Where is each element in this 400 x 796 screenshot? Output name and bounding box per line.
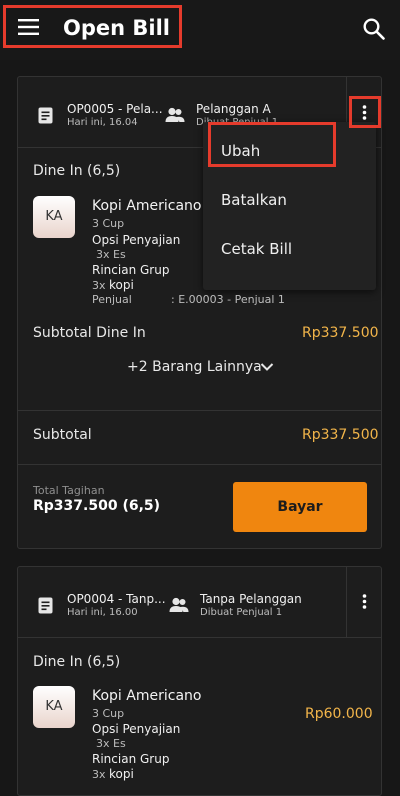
section-title: Dine In (6,5) [33,163,121,179]
chevron-down-icon[interactable] [260,362,274,372]
receipt-icon [38,597,53,614]
subtotal-label: Subtotal [33,427,92,443]
order-date: Hari ini, 16.04 [67,117,138,128]
item-name: Kopi Americano [92,198,202,214]
pay-button[interactable]: Bayar [233,482,367,532]
menu-item-batalkan[interactable]: Batalkan [221,191,287,209]
opsi-label: Opsi Penyajian [92,722,181,736]
receipt-icon [38,107,53,124]
more-vert-icon[interactable] [362,594,367,609]
order-number: OP0005 - Pela... [67,102,163,116]
more-vert-icon[interactable] [362,105,367,120]
item-qty: 3 Cup [92,707,125,720]
grup-label: Rincian Grup [92,752,170,766]
item-avatar: KA [33,196,75,238]
order-date: Hari ini, 16.00 [67,607,138,618]
section-title: Dine In (6,5) [33,654,121,670]
search-icon[interactable] [362,17,386,41]
customer-icon [169,597,189,613]
opsi-value: 3x Es [96,248,126,261]
item-name: Kopi Americano [92,688,202,704]
more-items-label[interactable]: +2 Barang Lainnya [127,359,262,375]
item-qty: 3 Cup [92,217,125,230]
grup-name: kopi [109,278,134,292]
subtotal-dinein-label: Subtotal Dine In [33,325,146,341]
menu-hamburger-icon[interactable] [18,18,40,36]
total-value: Rp337.500 (6,5) [33,498,161,514]
customer-name: Pelanggan A [196,102,271,116]
created-by: Dibuat Penjual 1 [200,607,283,618]
customer-icon [165,107,185,123]
grup-name: kopi [109,767,134,781]
item-avatar: KA [33,686,75,728]
highlight-box-ubah [208,122,336,167]
grup-label: Rincian Grup [92,263,170,277]
seller-value: : E.00003 - Penjual 1 [171,293,285,306]
menu-item-cetak-bill[interactable]: Cetak Bill [221,240,292,258]
subtotal-value: Rp337.500 [302,427,379,443]
total-label: Total Tagihan [33,484,105,497]
customer-name: Tanpa Pelanggan [200,592,302,606]
grup-qty: 3x [92,768,106,781]
subtotal-dinein-value: Rp337.500 [302,325,379,341]
order-number: OP0004 - Tanp... [67,592,166,606]
grup-qty: 3x [92,279,106,292]
opsi-label: Opsi Penyajian [92,233,181,247]
opsi-value: 3x Es [96,737,126,750]
page-title: Open Bill [63,16,170,40]
item-price: Rp60.000 [305,706,373,722]
seller-label: Penjual [92,293,132,306]
